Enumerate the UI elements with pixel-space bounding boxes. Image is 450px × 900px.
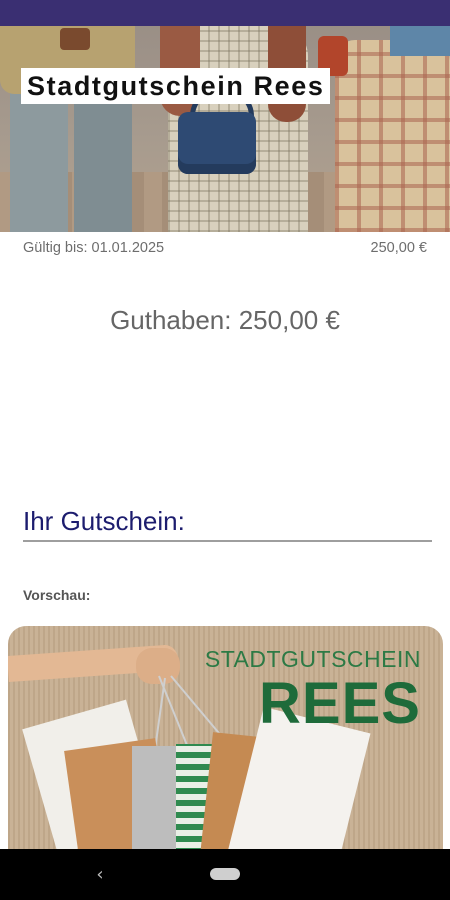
voucher-title-line1: STADTGUTSCHEIN <box>204 646 421 672</box>
statue-dress <box>335 40 450 232</box>
statue-leg <box>74 92 132 232</box>
system-navigation-bar: ‹ <box>0 849 450 900</box>
handbag <box>178 112 256 174</box>
preview-label: Vorschau: <box>23 587 91 603</box>
section-divider <box>23 540 432 542</box>
page-title: Stadtgutschein Rees <box>21 68 331 104</box>
voucher-preview-card[interactable]: STADTGUTSCHEIN REES <box>8 626 443 866</box>
section-heading: Ihr Gutschein: <box>23 506 185 536</box>
chevron-left-icon[interactable]: ‹ <box>90 865 110 885</box>
status-bar <box>0 0 450 26</box>
valid-until-text: Gültig bis: 01.01.2025 <box>23 240 165 256</box>
home-pill-icon[interactable] <box>210 868 240 880</box>
balance-text: Guthaben: 250,00 € <box>110 305 340 335</box>
statue-belt <box>60 28 90 50</box>
voucher-title-line2: REES <box>259 671 421 736</box>
statue-leg <box>10 92 68 232</box>
statue-top <box>390 26 450 56</box>
hero-image: Stadtgutschein Rees <box>0 26 450 232</box>
voucher-info-row: Gültig bis: 01.01.2025 250,00 € <box>23 240 427 260</box>
voucher-amount-text: 250,00 € <box>370 240 427 256</box>
